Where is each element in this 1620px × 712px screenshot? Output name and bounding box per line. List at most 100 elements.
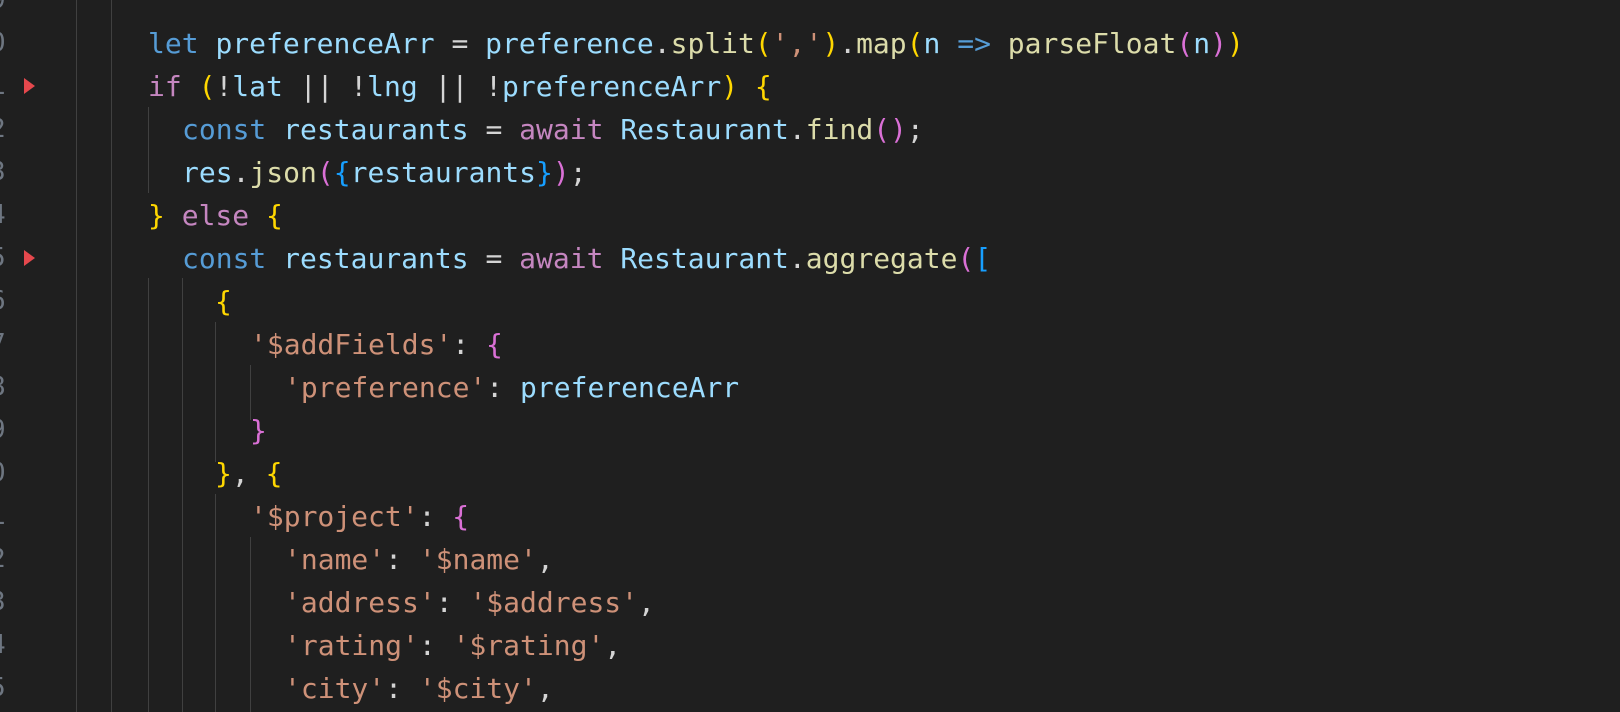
code-token: if bbox=[148, 70, 182, 103]
breakpoint-marker-icon[interactable] bbox=[24, 78, 35, 94]
code-line[interactable]: let preferenceArr = preference.split(','… bbox=[148, 22, 1244, 65]
code-token: . bbox=[788, 113, 806, 146]
line-number: 9 bbox=[0, 0, 14, 22]
code-line[interactable]: res.json({restaurants}); bbox=[182, 151, 587, 194]
code-token: preferenceArr bbox=[520, 371, 740, 404]
line-number: 5 bbox=[0, 237, 14, 280]
code-token: [ bbox=[974, 242, 992, 275]
code-token: ( bbox=[198, 70, 216, 103]
line-number-gutter[interactable]: 90123456789012345 bbox=[0, 0, 60, 712]
line-number: 4 bbox=[0, 194, 14, 237]
code-token: : bbox=[452, 328, 487, 361]
line-number: 0 bbox=[0, 452, 14, 495]
code-token: Restaurant bbox=[620, 242, 789, 275]
code-token: else bbox=[181, 199, 250, 232]
code-token: ; bbox=[906, 113, 924, 146]
line-number: 9 bbox=[0, 409, 14, 452]
code-token: restaurants bbox=[283, 242, 469, 275]
code-line[interactable]: 'city': '$city', bbox=[284, 667, 554, 710]
code-token: n bbox=[1193, 27, 1211, 60]
code-token: : bbox=[418, 629, 453, 662]
code-line[interactable]: }, { bbox=[215, 452, 282, 495]
code-token: } bbox=[536, 156, 553, 189]
indent-guide bbox=[250, 537, 251, 712]
code-line[interactable]: '$project': { bbox=[250, 495, 469, 538]
code-token: => bbox=[957, 27, 991, 60]
code-token: , bbox=[638, 586, 655, 619]
code-token: , bbox=[231, 457, 266, 490]
code-token: } bbox=[148, 199, 165, 232]
code-line[interactable]: const restaurants = await Restaurant.agg… bbox=[182, 237, 991, 280]
code-token: preferenceArr bbox=[215, 27, 435, 60]
code-token: . bbox=[232, 156, 250, 189]
code-line[interactable]: } else { bbox=[148, 194, 283, 237]
line-number: 1 bbox=[0, 65, 14, 108]
code-line[interactable]: 'name': '$name', bbox=[284, 538, 554, 581]
code-token: const bbox=[182, 113, 267, 146]
code-token: ( bbox=[957, 242, 975, 275]
code-token: ) bbox=[721, 70, 739, 103]
code-token: json bbox=[249, 156, 317, 189]
code-token: : bbox=[418, 500, 453, 533]
code-token: . bbox=[839, 27, 857, 60]
code-token: , bbox=[604, 629, 622, 662]
code-line[interactable]: const restaurants = await Restaurant.fin… bbox=[182, 108, 924, 151]
line-number: 8 bbox=[0, 366, 14, 409]
code-token: let bbox=[148, 27, 199, 60]
code-line[interactable]: 'rating': '$rating', bbox=[284, 624, 621, 667]
code-token: { bbox=[452, 500, 470, 533]
code-token: . bbox=[788, 242, 806, 275]
code-token: 'city' bbox=[284, 672, 386, 705]
code-token: map bbox=[856, 27, 907, 60]
code-editor[interactable]: 90123456789012345 let preferenceArr = pr… bbox=[0, 0, 1620, 712]
code-token: lat bbox=[232, 70, 283, 103]
code-token: n bbox=[923, 27, 941, 60]
code-token: '$city' bbox=[418, 672, 537, 705]
code-token: 'rating' bbox=[284, 629, 419, 662]
code-token: , bbox=[536, 672, 554, 705]
line-number: 4 bbox=[0, 624, 14, 667]
code-token: ) bbox=[552, 156, 570, 189]
code-line[interactable]: { bbox=[215, 280, 232, 323]
indent-guide bbox=[215, 494, 216, 712]
code-line[interactable]: '$addFields': { bbox=[250, 323, 503, 366]
code-token: await bbox=[519, 113, 604, 146]
code-token: Restaurant bbox=[620, 113, 789, 146]
code-token: parseFloat bbox=[1007, 27, 1177, 60]
code-token: { bbox=[333, 156, 351, 189]
breakpoint-marker-icon[interactable] bbox=[24, 250, 35, 266]
code-token: await bbox=[519, 242, 604, 275]
code-token: find bbox=[805, 113, 874, 146]
code-token: '$project' bbox=[250, 500, 419, 533]
code-token: } bbox=[215, 457, 232, 490]
code-token: ( bbox=[754, 27, 772, 60]
code-token: : bbox=[385, 543, 419, 576]
code-token: = bbox=[434, 27, 486, 60]
code-line[interactable]: 'address': '$address', bbox=[284, 581, 655, 624]
code-token: 'preference' bbox=[284, 371, 487, 404]
code-line[interactable]: if (!lat || !lng || !preferenceArr) { bbox=[148, 65, 772, 108]
code-token: ) bbox=[1226, 27, 1244, 60]
code-line[interactable]: 'preference': preferenceArr bbox=[284, 366, 739, 409]
code-token: ( bbox=[1176, 27, 1194, 60]
line-number: 5 bbox=[0, 667, 14, 710]
code-token: 'address' bbox=[284, 586, 436, 619]
code-token: = bbox=[468, 242, 520, 275]
code-token: '$addFields' bbox=[250, 328, 453, 361]
line-number: 2 bbox=[0, 538, 14, 581]
line-number: 0 bbox=[0, 22, 14, 65]
code-token: '$name' bbox=[418, 543, 537, 576]
line-number: 3 bbox=[0, 581, 14, 624]
code-line[interactable]: } bbox=[250, 409, 267, 452]
indent-guide bbox=[148, 278, 149, 712]
code-token: ; bbox=[569, 156, 587, 189]
code-token: : bbox=[385, 672, 419, 705]
line-number: 6 bbox=[0, 280, 14, 323]
code-token: { bbox=[215, 285, 232, 318]
